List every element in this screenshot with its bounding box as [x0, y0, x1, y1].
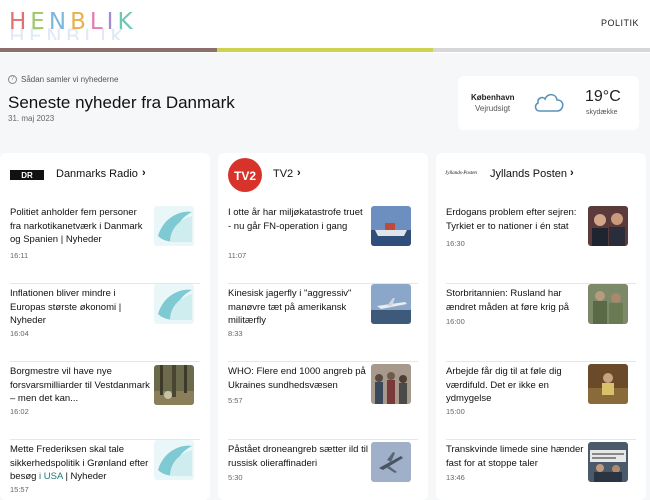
ship-photo [371, 206, 411, 246]
chevron-right-icon: › [297, 167, 301, 179]
source-header-tv2[interactable]: TV2 TV2 › [218, 153, 428, 198]
news-item[interactable]: Storbritannien: Rusland har ændret måden… [436, 284, 646, 362]
logo-letter: L [89, 9, 107, 35]
page-title: Seneste nyheder fra Danmark [8, 93, 235, 112]
forest-photo [154, 365, 194, 405]
jet-photo [371, 284, 411, 324]
news-title-part: | Nyheder [62, 471, 107, 482]
news-item[interactable]: Påstået droneangreb sætter ild til russi… [218, 440, 428, 500]
news-column-tv2: TV2 TV2 › I otte år har miljøkatastrofe … [218, 153, 428, 500]
news-title: Storbritannien: Rusland har ændret måden… [446, 288, 570, 313]
cloud-icon [534, 93, 564, 112]
nav-politik[interactable]: POLITIK [601, 18, 639, 28]
news-item[interactable]: Inflationen bliver mindre i Europas stør… [0, 284, 210, 362]
logo-letter: N [48, 9, 71, 35]
logo-letter: H [9, 9, 31, 35]
source-name: Danmarks Radio [56, 168, 138, 180]
info-link[interactable]: ? Sådan samler vi nyhederne [8, 75, 118, 84]
dr-thumbnail [154, 440, 194, 480]
logo-letter: K [117, 9, 137, 35]
news-time: 16:11 [10, 251, 29, 260]
news-item[interactable]: Arbejde får dig til at føle dig værdiful… [436, 362, 646, 440]
news-time: 11:07 [228, 251, 247, 260]
source-header-dr[interactable]: DR Danmarks Radio › [0, 153, 210, 198]
source-name: Jyllands Posten [490, 168, 568, 180]
news-title: Borgmestre vil have nye forsvarsmilliard… [10, 366, 150, 404]
weather-widget[interactable]: København Vejrudsigt 19°C skydække [458, 76, 639, 130]
news-title: Politiet anholder fem personer fra narko… [10, 207, 143, 245]
color-stripes [0, 48, 650, 52]
news-title: Erdogans problem efter sejren: Tyrkiet e… [446, 207, 577, 232]
news-time: 16:30 [446, 239, 465, 248]
news-time: 13:46 [446, 473, 465, 482]
drone-photo [371, 442, 411, 482]
dr-thumbnail [154, 284, 194, 324]
weather-description: skydække [586, 109, 618, 116]
color-stripe [0, 48, 217, 52]
news-item[interactable]: Mette Frederiksen skal tale sikkerhedspo… [0, 440, 210, 500]
top-bar: HENBLIK HENBLIK POLITIK [0, 0, 650, 53]
tv2-logo-icon: TV2 [228, 158, 262, 192]
svg-text:TV2: TV2 [234, 169, 256, 183]
news-title: Transkvinde limede sine hænder fast for … [446, 444, 584, 469]
logo-letter: E [30, 9, 49, 35]
office-photo [588, 364, 628, 404]
news-time: 16:04 [10, 329, 29, 338]
logo-letter: I [106, 9, 118, 35]
news-item[interactable]: Politiet anholder fem personer fra narko… [0, 206, 210, 284]
weather-temperature: 19°C [585, 88, 621, 105]
chevron-right-icon: › [142, 167, 146, 179]
color-stripe [216, 48, 434, 52]
portrait-photo [588, 206, 628, 246]
soldiers-photo [588, 284, 628, 324]
news-time: 15:00 [446, 407, 465, 416]
page-date: 31. maj 2023 [8, 114, 55, 123]
source-header-jp[interactable]: Jyllands-Posten Jyllands Posten › [436, 153, 646, 198]
news-time: 5:57 [228, 396, 243, 405]
news-time: 8:33 [228, 329, 243, 338]
news-item[interactable]: Borgmestre vil have nye forsvarsmilliard… [0, 362, 210, 440]
crowd-photo [371, 364, 411, 404]
logo-letter: B [70, 9, 90, 35]
news-title: WHO: Flere end 1000 angreb på Ukraines s… [228, 366, 366, 391]
news-title: Arbejde får dig til at føle dig værdiful… [446, 366, 562, 404]
news-title: I otte år har miljøkatastrofe truet - nu… [228, 207, 363, 232]
news-column-jyllands-posten: Jyllands-Posten Jyllands Posten › Erdoga… [436, 153, 646, 500]
protest-photo [588, 442, 628, 482]
jp-logo-icon: Jyllands-Posten [445, 171, 477, 176]
news-item[interactable]: I otte år har miljøkatastrofe truet - nu… [218, 206, 428, 284]
news-title: Påstået droneangreb sætter ild til russi… [228, 444, 368, 469]
news-column-dr: DR Danmarks Radio › Politiet anholder fe… [0, 153, 210, 500]
chevron-right-icon: › [570, 167, 574, 179]
news-title-highlight[interactable]: i USA [39, 471, 63, 482]
news-item[interactable]: Erdogans problem efter sejren: Tyrkiet e… [436, 206, 646, 284]
news-time: 16:00 [446, 317, 465, 326]
news-title: Mette Frederiksen skal tale sikkerhedspo… [10, 443, 150, 484]
news-time: 16:02 [10, 407, 29, 416]
svg-text:DR: DR [21, 171, 33, 180]
weather-city: København [471, 93, 515, 102]
info-text: Sådan samler vi nyhederne [21, 75, 119, 84]
dr-logo-icon: DR [10, 170, 44, 180]
news-title: Kinesisk jagerfly i "aggressiv" manøvre … [228, 288, 352, 326]
source-name: TV2 [273, 168, 294, 180]
news-time: 15:57 [10, 485, 29, 494]
weather-label: Vejrudsigt [475, 104, 511, 113]
news-item[interactable]: WHO: Flere end 1000 angreb på Ukraines s… [218, 362, 428, 440]
news-title: Inflationen bliver mindre i Europas stør… [10, 288, 122, 326]
color-stripe [433, 48, 650, 52]
news-time: 5:30 [228, 473, 243, 482]
news-item[interactable]: Kinesisk jagerfly i "aggressiv" manøvre … [218, 284, 428, 362]
dr-thumbnail [154, 206, 194, 246]
site-logo[interactable]: HENBLIK [9, 9, 137, 35]
news-item[interactable]: Transkvinde limede sine hænder fast for … [436, 440, 646, 500]
question-icon: ? [8, 75, 17, 84]
